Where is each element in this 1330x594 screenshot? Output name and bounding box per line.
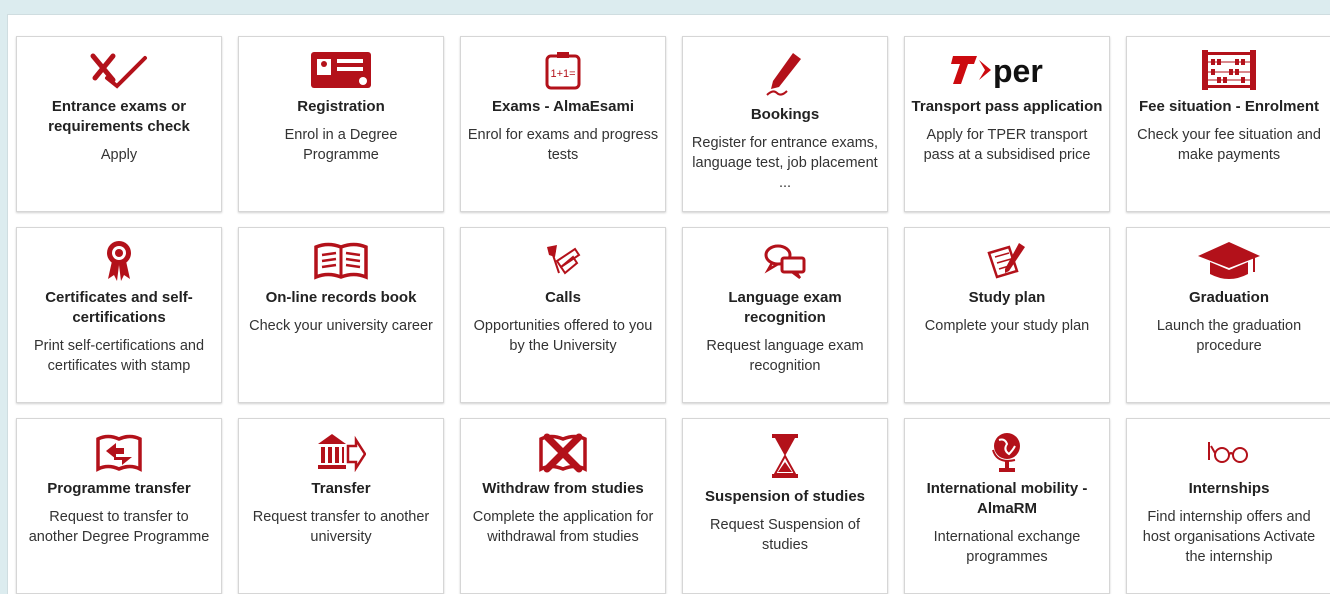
tile-description: Opportunities offered to you by the Univ… — [473, 318, 653, 354]
tile-title: Fee situation - Enrolment — [1138, 98, 1319, 115]
tile-title: International mobility - AlmaRM — [926, 480, 1088, 517]
globe-icon — [911, 429, 1103, 475]
tile-fee-situation[interactable]: Fee situation - Enrolment Check your fee… — [1126, 36, 1330, 212]
glasses-icon — [1133, 429, 1325, 475]
tile-description: Check your university career — [249, 318, 433, 334]
tile-suspension[interactable]: Suspension of studies Request Suspension… — [682, 418, 888, 594]
tile-title: Calls — [545, 289, 581, 306]
tile-description: Print self-certifications and certificat… — [33, 338, 205, 374]
speech-bubbles-icon — [689, 238, 881, 284]
pen-writing-icon — [689, 47, 881, 101]
tile-calls[interactable]: Calls Opportunities offered to you by th… — [460, 227, 666, 403]
tile-description: Complete the application for withdrawal … — [472, 509, 654, 545]
tile-language-exam[interactable]: Language exam recognition Request langua… — [682, 227, 888, 403]
tile-description: Launch the graduation procedure — [1156, 318, 1302, 354]
check-cross-icon — [23, 47, 215, 93]
tile-description: Apply for TPER transport pass at a subsi… — [923, 127, 1091, 163]
id-card-icon — [245, 47, 437, 93]
tper-logo-icon: per — [911, 47, 1103, 93]
tile-description: International exchange programmes — [933, 529, 1081, 565]
abacus-icon — [1133, 47, 1325, 93]
tile-title: Bookings — [750, 106, 820, 123]
tile-description: Request to transfer to another Degree Pr… — [28, 509, 210, 545]
tile-description: Request Suspension of studies — [710, 517, 860, 553]
tile-title: Certificates and self-certifications — [45, 289, 193, 326]
graduation-cap-icon — [1133, 238, 1325, 284]
book-arrows-icon — [23, 429, 215, 475]
tile-title: Internships — [1188, 480, 1270, 497]
tile-transfer[interactable]: Transfer Request transfer to another uni… — [238, 418, 444, 594]
tile-withdraw[interactable]: Withdraw from studies Complete the appli… — [460, 418, 666, 594]
tile-international-mobility[interactable]: International mobility - AlmaRM Internat… — [904, 418, 1110, 594]
tile-description: Register for entrance exams, language te… — [691, 135, 879, 191]
tile-description: Enrol in a Degree Programme — [284, 127, 398, 163]
services-grid: Entrance exams or requirements check App… — [16, 36, 1330, 594]
tile-description: Check your fee situation and make paymen… — [1137, 127, 1321, 163]
tile-description: Request language exam recognition — [706, 338, 864, 374]
hourglass-icon — [689, 429, 881, 483]
tile-title: Withdraw from studies — [482, 480, 644, 497]
pushpin-notes-icon — [467, 238, 659, 284]
tile-description: Find internship offers and host organisa… — [1142, 509, 1316, 565]
tile-registration[interactable]: Registration Enrol in a Degree Programme — [238, 36, 444, 212]
tile-exams-almaesami[interactable]: 1+1= Exams - AlmaEsami Enrol for exams a… — [460, 36, 666, 212]
tile-transport-pass[interactable]: per Transport pass application Apply for… — [904, 36, 1110, 212]
tile-programme-transfer[interactable]: Programme transfer Request to transfer t… — [16, 418, 222, 594]
tile-entrance-exams[interactable]: Entrance exams or requirements check App… — [16, 36, 222, 212]
tile-title: Language exam recognition — [728, 289, 842, 326]
exam-paper-icon: 1+1= — [467, 47, 659, 93]
tile-title: Exams - AlmaEsami — [491, 98, 635, 115]
tile-title: Graduation — [1188, 289, 1269, 306]
award-rosette-icon — [23, 238, 215, 284]
tile-title: Transport pass application — [911, 98, 1103, 115]
study-plan-icon — [911, 238, 1103, 284]
building-arrow-icon — [245, 429, 437, 475]
tile-graduation[interactable]: Graduation Launch the graduation procedu… — [1126, 227, 1330, 403]
book-x-icon — [467, 429, 659, 475]
tile-internships[interactable]: Internships Find internship offers and h… — [1126, 418, 1330, 594]
tile-title: Programme transfer — [47, 480, 191, 497]
tile-records-book[interactable]: On-line records book Check your universi… — [238, 227, 444, 403]
tile-description: Request transfer to another university — [252, 509, 430, 545]
tile-bookings[interactable]: Bookings Register for entrance exams, la… — [682, 36, 888, 212]
tile-description: Enrol for exams and progress tests — [467, 127, 659, 163]
tile-title: Study plan — [968, 289, 1046, 306]
open-book-icon — [245, 238, 437, 284]
tile-title: Transfer — [311, 480, 371, 497]
tile-title: Entrance exams or requirements check — [48, 98, 190, 135]
tile-title: Suspension of studies — [704, 488, 866, 505]
tile-study-plan[interactable]: Study plan Complete your study plan — [904, 227, 1110, 403]
tile-description: Complete your study plan — [924, 318, 1090, 334]
svg-text:per: per — [993, 53, 1043, 88]
tile-title: Registration — [297, 98, 385, 115]
svg-text:1+1=: 1+1= — [550, 68, 575, 80]
tile-title: On-line records book — [265, 289, 417, 306]
tile-certificates[interactable]: Certificates and self-certifications Pri… — [16, 227, 222, 403]
tile-description: Apply — [100, 147, 138, 163]
